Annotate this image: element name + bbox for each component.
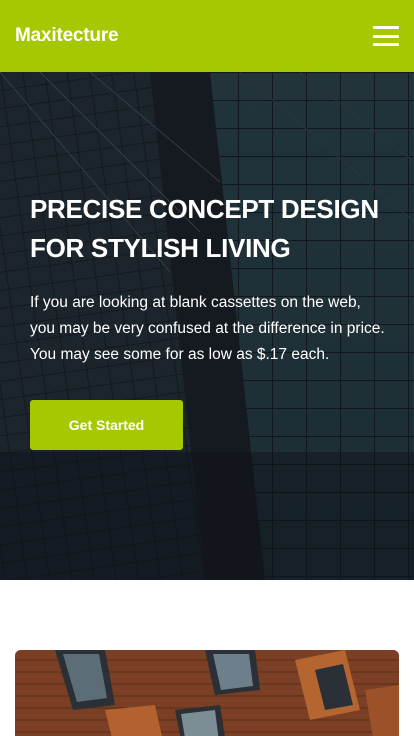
hero-section: PRECISE CONCEPT DESIGN FOR STYLISH LIVIN…: [0, 72, 414, 580]
building-facade-image: [15, 650, 399, 736]
brand-logo[interactable]: Maxitecture: [15, 25, 119, 47]
menu-line: [373, 34, 399, 38]
hero-title-line-2: FOR STYLISH LIVING: [30, 233, 291, 263]
facade-illustration: [15, 650, 399, 736]
hero-description: If you are looking at blank cassettes on…: [30, 294, 385, 363]
hero-title-line-1: PRECISE CONCEPT DESIGN: [30, 194, 379, 224]
hero-content: PRECISE CONCEPT DESIGN FOR STYLISH LIVIN…: [30, 190, 390, 368]
get-started-button[interactable]: Get Started: [30, 400, 183, 450]
menu-line: [373, 43, 399, 46]
navbar: Maxitecture: [0, 0, 414, 72]
menu-line: [373, 26, 399, 29]
hero-title: PRECISE CONCEPT DESIGN FOR STYLISH LIVIN…: [30, 190, 390, 268]
hamburger-menu-icon[interactable]: [373, 26, 399, 46]
